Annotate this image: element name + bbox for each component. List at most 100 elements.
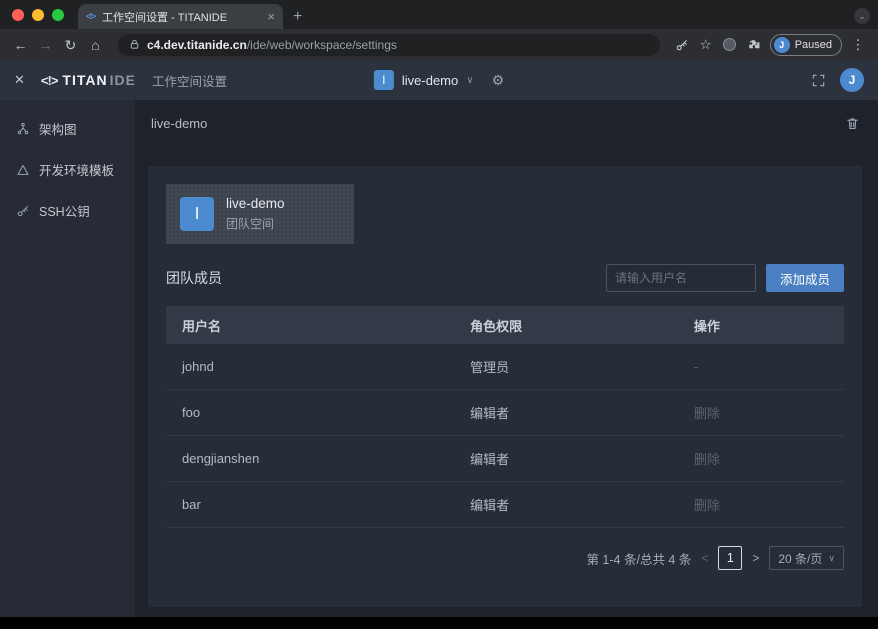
header-right: J [811,68,864,92]
cell-role: 编辑者 [454,495,678,514]
workspace-badge: l [374,70,394,90]
workspace-name: live-demo [402,73,458,88]
sidebar-item-label: SSH公钥 [39,201,90,220]
members-table: 用户名 角色权限 操作 johnd 管理员 - foo 编辑者 删除 [166,306,844,528]
logo-titan: TITAN [62,72,107,88]
sidebar-item-architecture[interactable]: 架构图 [0,108,135,149]
delete-member-link[interactable]: 删除 [678,403,844,422]
sidebar-item-dev-template[interactable]: 开发环境模板 [0,149,135,190]
cell-role: 管理员 [454,357,678,376]
fullscreen-button[interactable] [811,73,826,88]
next-page-button[interactable]: > [752,551,759,565]
window-close-button[interactable] [12,9,24,21]
tab-close-icon[interactable]: × [267,10,275,23]
profile-paused-badge[interactable]: J Paused [770,34,842,56]
main-content: live-demo l live-demo 团队空间 团队成员 [135,100,878,617]
back-button[interactable]: ← [8,38,33,52]
bookmark-star-button[interactable]: ☆ [694,38,718,52]
delete-workspace-button[interactable] [845,116,860,131]
prev-page-button[interactable]: < [701,551,708,565]
puzzle-icon [747,38,760,51]
key-icon [675,38,689,52]
page-title: 工作空间设置 [152,71,227,90]
table-row: dengjianshen 编辑者 删除 [166,436,844,482]
table-header-row: 用户名 角色权限 操作 [166,306,844,344]
user-avatar[interactable]: J [840,68,864,92]
table-row: foo 编辑者 删除 [166,390,844,436]
new-tab-button[interactable]: + [293,9,302,25]
window-zoom-button[interactable] [52,9,64,21]
cell-username: johnd [166,359,454,374]
members-section-title: 团队成员 [166,268,222,288]
app-body: 架构图 开发环境模板 SSH公钥 live-demo l [0,100,878,617]
app-header: ✕ <!> TITAN IDE 工作空间设置 l live-demo ∨ ⚙ J [0,60,878,100]
close-workspace-icon[interactable]: ✕ [14,72,25,88]
column-header-role: 角色权限 [454,316,678,335]
table-row: johnd 管理员 - [166,344,844,390]
gear-icon[interactable]: ⚙ [492,72,505,89]
extension-circle-button[interactable] [718,38,742,51]
column-header-action: 操作 [678,316,844,335]
hierarchy-icon [16,122,30,136]
chevron-down-icon: ∨ [828,553,835,564]
titanide-logo: <!> TITAN IDE [41,72,136,88]
members-bar: 团队成员 添加成员 [166,264,844,292]
workspace-card-badge: l [180,197,214,231]
home-button[interactable]: ⌂ [83,38,108,52]
paused-label: Paused [795,39,832,51]
reload-button[interactable]: ↻ [58,38,83,52]
page-number-button[interactable]: 1 [718,546,742,570]
logo-ide: IDE [110,72,136,88]
workspace-selector[interactable]: l live-demo ∨ ⚙ [374,70,504,90]
window-minimize-button[interactable] [32,9,44,21]
logo-mark-icon: <!> [41,73,58,88]
main-page-header: live-demo [135,100,878,146]
url-text: c4.dev.titanide.cn/ide/web/workspace/set… [147,38,397,52]
delete-member-link[interactable]: 删除 [678,495,844,514]
members-controls: 添加成员 [606,264,844,292]
page-size-value: 20 条/页 [778,550,822,567]
settings-panel: l live-demo 团队空间 团队成员 添加成员 用户名 [148,166,862,607]
sidebar-item-ssh-key[interactable]: SSH公钥 [0,190,135,231]
browser-toolbar: ← → ↻ ⌂ c4.dev.titanide.cn/ide/web/works… [0,29,878,60]
key-icon [16,204,30,218]
fullscreen-icon [811,73,826,88]
browser-menu-button[interactable]: ⋮ [846,38,870,52]
trash-icon [845,116,860,131]
column-header-username: 用户名 [166,316,454,335]
delete-member-link[interactable]: 删除 [678,449,844,468]
address-bar[interactable]: c4.dev.titanide.cn/ide/web/workspace/set… [118,34,660,56]
sidebar: 架构图 开发环境模板 SSH公钥 [0,100,135,617]
cell-role: 编辑者 [454,449,678,468]
url-path: /ide/web/workspace/settings [247,38,397,52]
username-input[interactable] [606,264,756,292]
tab-title: 工作空间设置 - TITANIDE [102,9,260,25]
traffic-lights [0,0,78,29]
tab-search-button[interactable]: ⌄ [854,8,870,24]
chevron-down-icon: ∨ [466,75,473,86]
extension-circle-icon [723,38,736,51]
titanide-favicon-icon: <!> [86,12,95,21]
template-icon [16,163,30,177]
url-host: c4.dev.titanide.cn [147,38,247,52]
lock-icon [129,39,140,50]
profile-avatar: J [774,37,790,53]
bottom-strip [0,617,878,629]
sidebar-item-label: 架构图 [39,119,77,138]
cell-username: bar [166,497,454,512]
browser-tab[interactable]: <!> 工作空间设置 - TITANIDE × [78,4,283,29]
pagination-summary: 第 1-4 条/总共 4 条 [586,549,691,568]
forward-button[interactable]: → [33,38,58,52]
workspace-card-text: live-demo 团队空间 [226,196,285,232]
workspace-card: l live-demo 团队空间 [166,184,354,244]
sidebar-item-label: 开发环境模板 [39,160,114,179]
extensions-button[interactable] [742,38,766,51]
pagination: 第 1-4 条/总共 4 条 < 1 > 20 条/页 ∨ [166,546,844,570]
page-size-select[interactable]: 20 条/页 ∨ [769,546,844,570]
cell-username: foo [166,405,454,420]
cell-username: dengjianshen [166,451,454,466]
chevron-down-icon: ⌄ [858,11,866,22]
add-member-button[interactable]: 添加成员 [766,264,844,292]
cell-action: - [678,359,844,374]
password-key-button[interactable] [670,38,694,52]
